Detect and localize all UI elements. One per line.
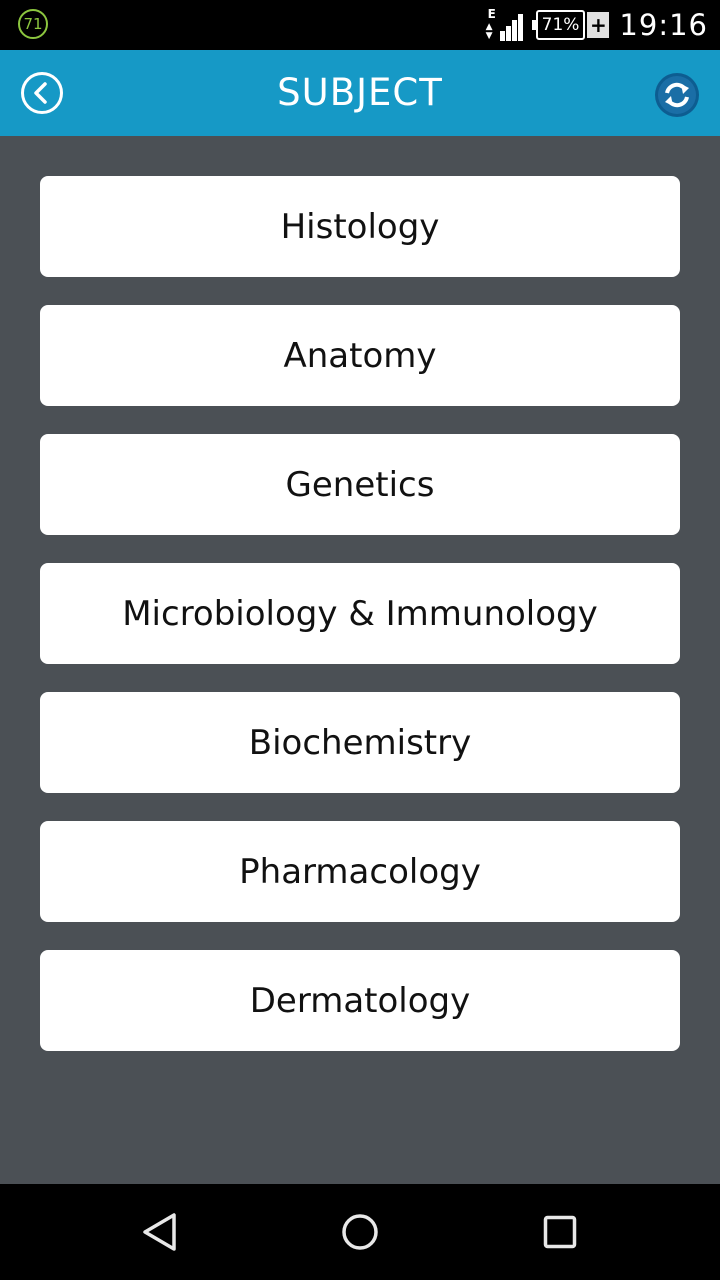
subject-label: Biochemistry	[248, 722, 472, 763]
back-circle-icon	[21, 72, 63, 114]
subject-pharmacology-button[interactable]: Pharmacology	[40, 821, 680, 922]
battery-plus-icon: +	[587, 12, 610, 38]
nav-recents-button[interactable]	[536, 1208, 584, 1256]
system-nav-bar	[0, 1184, 720, 1280]
subject-histology-button[interactable]: Histology	[40, 176, 680, 277]
subject-label: Dermatology	[249, 980, 471, 1021]
refresh-icon	[655, 73, 699, 117]
subject-anatomy-button[interactable]: Anatomy	[40, 305, 680, 406]
nav-back-icon	[143, 1213, 176, 1251]
app-bar: SUBJECT	[0, 50, 720, 136]
subject-list: Histology Anatomy Genetics Microbiology …	[40, 176, 680, 1079]
nav-back-button[interactable]	[136, 1208, 184, 1256]
notification-count: 71	[23, 15, 43, 33]
nav-home-button[interactable]	[336, 1208, 384, 1256]
battery-percent: 71%	[531, 10, 586, 40]
subject-label: Genetics	[285, 464, 435, 505]
subject-label: Pharmacology	[239, 851, 481, 892]
screen: 71 E ▲ ▼ 71% + 19:16 SUBJECT Histology A…	[0, 0, 720, 1280]
subject-dermatology-button[interactable]: Dermatology	[40, 950, 680, 1051]
subject-label: Anatomy	[283, 335, 437, 376]
subject-genetics-button[interactable]: Genetics	[40, 434, 680, 535]
nav-recents-icon	[543, 1215, 577, 1249]
page-title: SUBJECT	[277, 71, 443, 114]
nav-home-icon	[342, 1214, 378, 1250]
subject-label: Microbiology & Immunology	[122, 593, 598, 634]
subject-microbiology-immunology-button[interactable]: Microbiology & Immunology	[40, 563, 680, 664]
signal-icon: E ▲ ▼	[486, 7, 526, 41]
subject-label: Histology	[280, 206, 440, 247]
back-button[interactable]	[20, 71, 64, 115]
signal-bars-icon	[499, 14, 523, 41]
status-clock: 19:16	[619, 8, 708, 42]
refresh-button[interactable]	[654, 72, 700, 118]
battery-icon: 71% +	[531, 10, 610, 40]
status-bar: 71 E ▲ ▼ 71% + 19:16	[0, 0, 720, 50]
status-right: E ▲ ▼ 71% + 19:16	[486, 0, 708, 50]
subject-biochemistry-button[interactable]: Biochemistry	[40, 692, 680, 793]
notification-badge-icon: 71	[18, 9, 48, 39]
